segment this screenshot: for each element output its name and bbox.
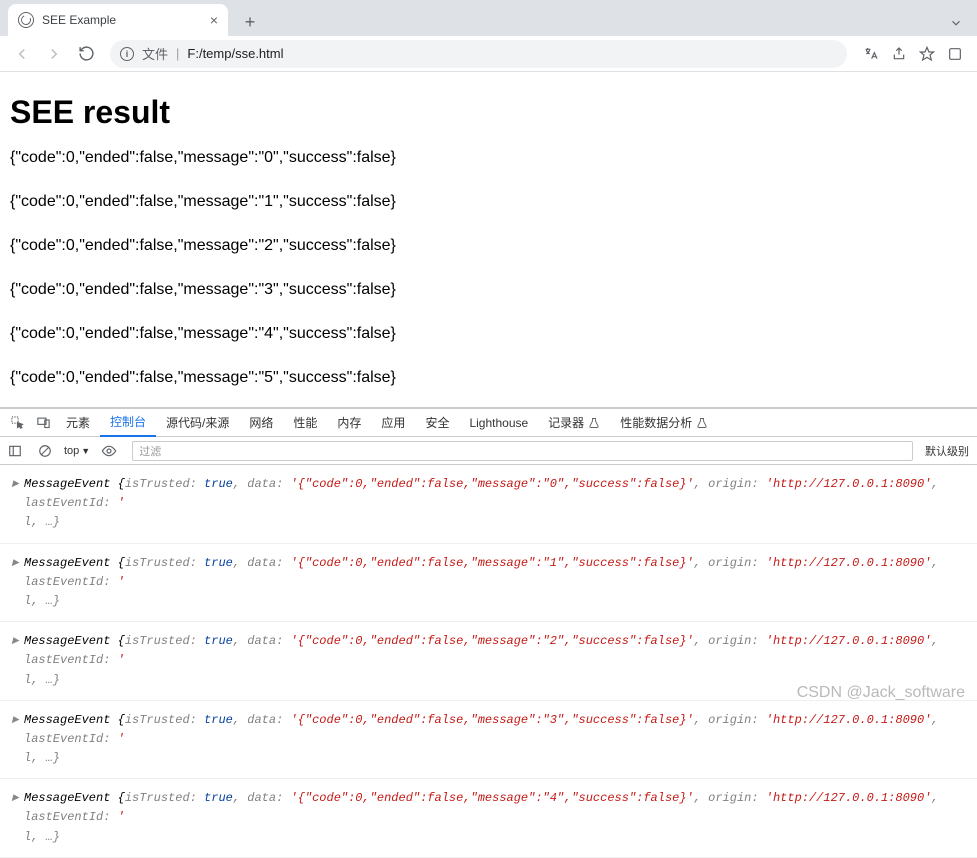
globe-icon — [18, 12, 34, 28]
devtools-tab[interactable]: 控制台 — [100, 409, 156, 437]
console-toolbar: top ▼ 过滤 默认级别 — [0, 437, 977, 465]
page-heading: SEE result — [10, 94, 967, 131]
toolbar-right — [857, 46, 969, 62]
console-entry[interactable]: ▶MessageEvent {isTrusted: true, data: '{… — [0, 622, 977, 701]
result-line: {"code":0,"ended":false,"message":"3","s… — [10, 281, 967, 299]
clear-console-icon[interactable] — [34, 444, 56, 458]
browser-chrome: SEE Example × + i 文件 | F:/temp/sse.html — [0, 0, 977, 72]
flask-icon — [696, 417, 708, 429]
translate-icon[interactable] — [863, 46, 879, 62]
chevron-down-icon: ▼ — [81, 446, 90, 456]
device-icon[interactable] — [30, 415, 56, 430]
extension-icon[interactable] — [947, 46, 963, 62]
devtools-tab[interactable]: 元素 — [56, 409, 100, 437]
devtools-tab[interactable]: 安全 — [415, 409, 459, 437]
bookmark-icon[interactable] — [919, 46, 935, 62]
devtools-tab[interactable]: 性能数据分析 — [610, 409, 718, 437]
expand-arrow-icon[interactable]: ▶ — [12, 634, 19, 648]
address-bar: i 文件 | F:/temp/sse.html — [0, 36, 977, 72]
log-level-selector[interactable]: 默认级别 — [921, 443, 973, 459]
url-box[interactable]: i 文件 | F:/temp/sse.html — [110, 40, 847, 68]
url-label: 文件 — [142, 44, 168, 63]
tab-bar: SEE Example × + — [0, 0, 977, 36]
tab-title: SEE Example — [42, 13, 116, 27]
url-path: F:/temp/sse.html — [187, 46, 283, 61]
url-divider: | — [176, 46, 179, 61]
devtools-panel: 元素控制台源代码/来源网络性能内存应用安全Lighthouse记录器性能数据分析… — [0, 407, 977, 858]
share-icon[interactable] — [891, 46, 907, 62]
filter-input[interactable]: 过滤 — [132, 441, 913, 461]
forward-button[interactable] — [40, 40, 68, 68]
flask-icon — [588, 417, 600, 429]
back-button[interactable] — [8, 40, 36, 68]
result-line: {"code":0,"ended":false,"message":"1","s… — [10, 193, 967, 211]
sidebar-toggle-icon[interactable] — [4, 444, 26, 458]
expand-arrow-icon[interactable]: ▶ — [12, 791, 19, 805]
inspect-icon[interactable] — [4, 415, 30, 430]
devtools-tab[interactable]: 记录器 — [538, 409, 610, 437]
console-entry[interactable]: ▶MessageEvent {isTrusted: true, data: '{… — [0, 701, 977, 780]
devtools-tab[interactable]: 内存 — [327, 409, 371, 437]
devtools-tab[interactable]: 应用 — [371, 409, 415, 437]
devtools-tabs: 元素控制台源代码/来源网络性能内存应用安全Lighthouse记录器性能数据分析 — [0, 409, 977, 437]
console-output: ▶MessageEvent {isTrusted: true, data: '{… — [0, 465, 977, 858]
devtools-tab[interactable]: Lighthouse — [459, 409, 538, 437]
result-line: {"code":0,"ended":false,"message":"4","s… — [10, 325, 967, 343]
expand-arrow-icon[interactable]: ▶ — [12, 713, 19, 727]
browser-tab[interactable]: SEE Example × — [8, 4, 228, 36]
devtools-tab[interactable]: 性能 — [283, 409, 327, 437]
result-line: {"code":0,"ended":false,"message":"2","s… — [10, 237, 967, 255]
result-line: {"code":0,"ended":false,"message":"5","s… — [10, 369, 967, 387]
console-entry[interactable]: ▶MessageEvent {isTrusted: true, data: '{… — [0, 544, 977, 623]
expand-arrow-icon[interactable]: ▶ — [12, 556, 19, 570]
console-entry[interactable]: ▶MessageEvent {isTrusted: true, data: '{… — [0, 465, 977, 544]
page-content: SEE result {"code":0,"ended":false,"mess… — [0, 72, 977, 407]
expand-arrow-icon[interactable]: ▶ — [12, 477, 19, 491]
new-tab-button[interactable]: + — [236, 8, 264, 36]
eye-icon[interactable] — [98, 443, 120, 459]
devtools-tab[interactable]: 网络 — [239, 409, 283, 437]
window-dropdown-icon[interactable] — [935, 10, 977, 36]
devtools-tab[interactable]: 源代码/来源 — [156, 409, 239, 437]
result-line: {"code":0,"ended":false,"message":"0","s… — [10, 149, 967, 167]
info-icon[interactable]: i — [120, 47, 134, 61]
reload-button[interactable] — [72, 40, 100, 68]
scope-selector[interactable]: top ▼ — [64, 445, 90, 457]
close-tab-icon[interactable]: × — [210, 12, 218, 28]
console-entry[interactable]: ▶MessageEvent {isTrusted: true, data: '{… — [0, 779, 977, 858]
